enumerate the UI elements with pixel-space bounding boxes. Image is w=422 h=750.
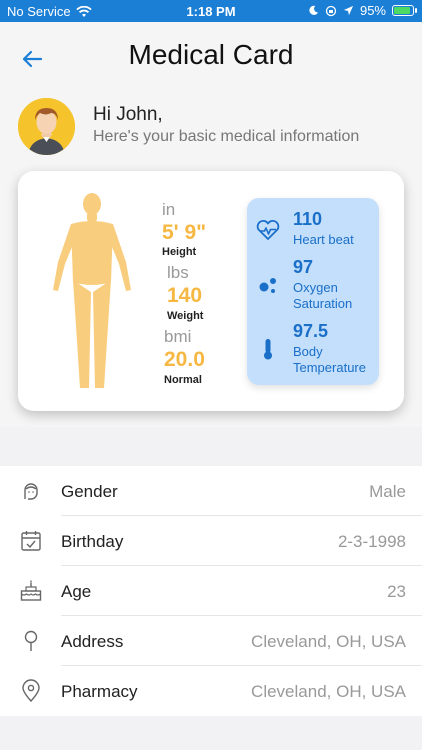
temperature-label: Body Temperature bbox=[293, 344, 366, 375]
bmi-unit: bmi bbox=[164, 327, 192, 346]
height-value: 5' 9" bbox=[162, 221, 207, 244]
status-bar: No Service 1:18 PM 95% bbox=[0, 0, 422, 22]
avatar bbox=[18, 98, 75, 155]
weight-value: 140 bbox=[167, 284, 203, 307]
top-section: Medical Card Hi John, Here's your basic … bbox=[0, 22, 422, 427]
battery-fill bbox=[394, 7, 411, 14]
weight-unit: lbs bbox=[167, 263, 189, 282]
bmi-value: 20.0 bbox=[164, 348, 205, 371]
detail-label: Address bbox=[61, 632, 124, 651]
detail-row-pharmacy[interactable]: Pharmacy Cleveland, OH, USA bbox=[0, 666, 422, 716]
detail-value: 23 bbox=[387, 582, 406, 601]
location-arrow-icon bbox=[343, 5, 354, 16]
greeting-subtitle: Here's your basic medical information bbox=[93, 128, 360, 145]
vitals-panel: 110 Heart beat 97 Oxygen Saturation 97.5… bbox=[247, 198, 379, 385]
greeting-name: Hi John, bbox=[93, 104, 163, 125]
heart-rate-label: Heart beat bbox=[293, 232, 354, 247]
height-label: Height bbox=[162, 246, 197, 258]
details-list: Gender Male Birthday 2-3-1998 Age 23 Add… bbox=[0, 466, 422, 716]
oxygen-icon bbox=[259, 278, 276, 293]
weight-label: Weight bbox=[167, 310, 204, 322]
battery-icon bbox=[392, 5, 417, 16]
location-icon bbox=[22, 679, 40, 703]
page-title: Medical Card bbox=[128, 39, 294, 70]
person-icon bbox=[24, 483, 38, 500]
detail-label: Birthday bbox=[61, 532, 124, 551]
detail-value: Cleveland, OH, USA bbox=[251, 682, 406, 701]
thermometer-icon bbox=[264, 339, 272, 360]
status-right: 95% bbox=[308, 3, 417, 18]
detail-row-age[interactable]: Age 23 bbox=[0, 566, 422, 616]
orientation-lock-icon bbox=[325, 5, 337, 16]
temperature-value: 97.5 bbox=[293, 321, 329, 341]
detail-value: Male bbox=[369, 482, 406, 501]
detail-label: Age bbox=[61, 582, 92, 601]
map-pin-icon bbox=[24, 630, 38, 651]
oxygen-label: Oxygen Saturation bbox=[293, 280, 353, 311]
detail-row-birthday[interactable]: Birthday 2-3-1998 bbox=[0, 516, 422, 566]
battery-percent: 95% bbox=[359, 3, 386, 18]
heart-pulse-icon bbox=[256, 219, 280, 240]
detail-label: Pharmacy bbox=[61, 682, 138, 701]
oxygen-value: 97 bbox=[293, 257, 314, 277]
height-unit: in bbox=[162, 200, 176, 219]
detail-row-address[interactable]: Address Cleveland, OH, USA bbox=[0, 616, 422, 666]
cake-icon bbox=[20, 580, 42, 601]
detail-value: 2-3-1998 bbox=[337, 532, 406, 551]
detail-value: Cleveland, OH, USA bbox=[251, 632, 406, 651]
detail-row-gender[interactable]: Gender Male bbox=[0, 466, 422, 516]
detail-label: Gender bbox=[61, 482, 118, 501]
moon-icon bbox=[309, 5, 319, 15]
medical-summary-card: in 5' 9" Height lbs 140 Weight bmi 20.0 … bbox=[18, 171, 404, 411]
body-figure-icon bbox=[53, 193, 131, 388]
heart-rate-value: 110 bbox=[293, 209, 323, 229]
calendar-icon bbox=[21, 531, 41, 551]
bmi-label: Normal bbox=[164, 374, 202, 386]
